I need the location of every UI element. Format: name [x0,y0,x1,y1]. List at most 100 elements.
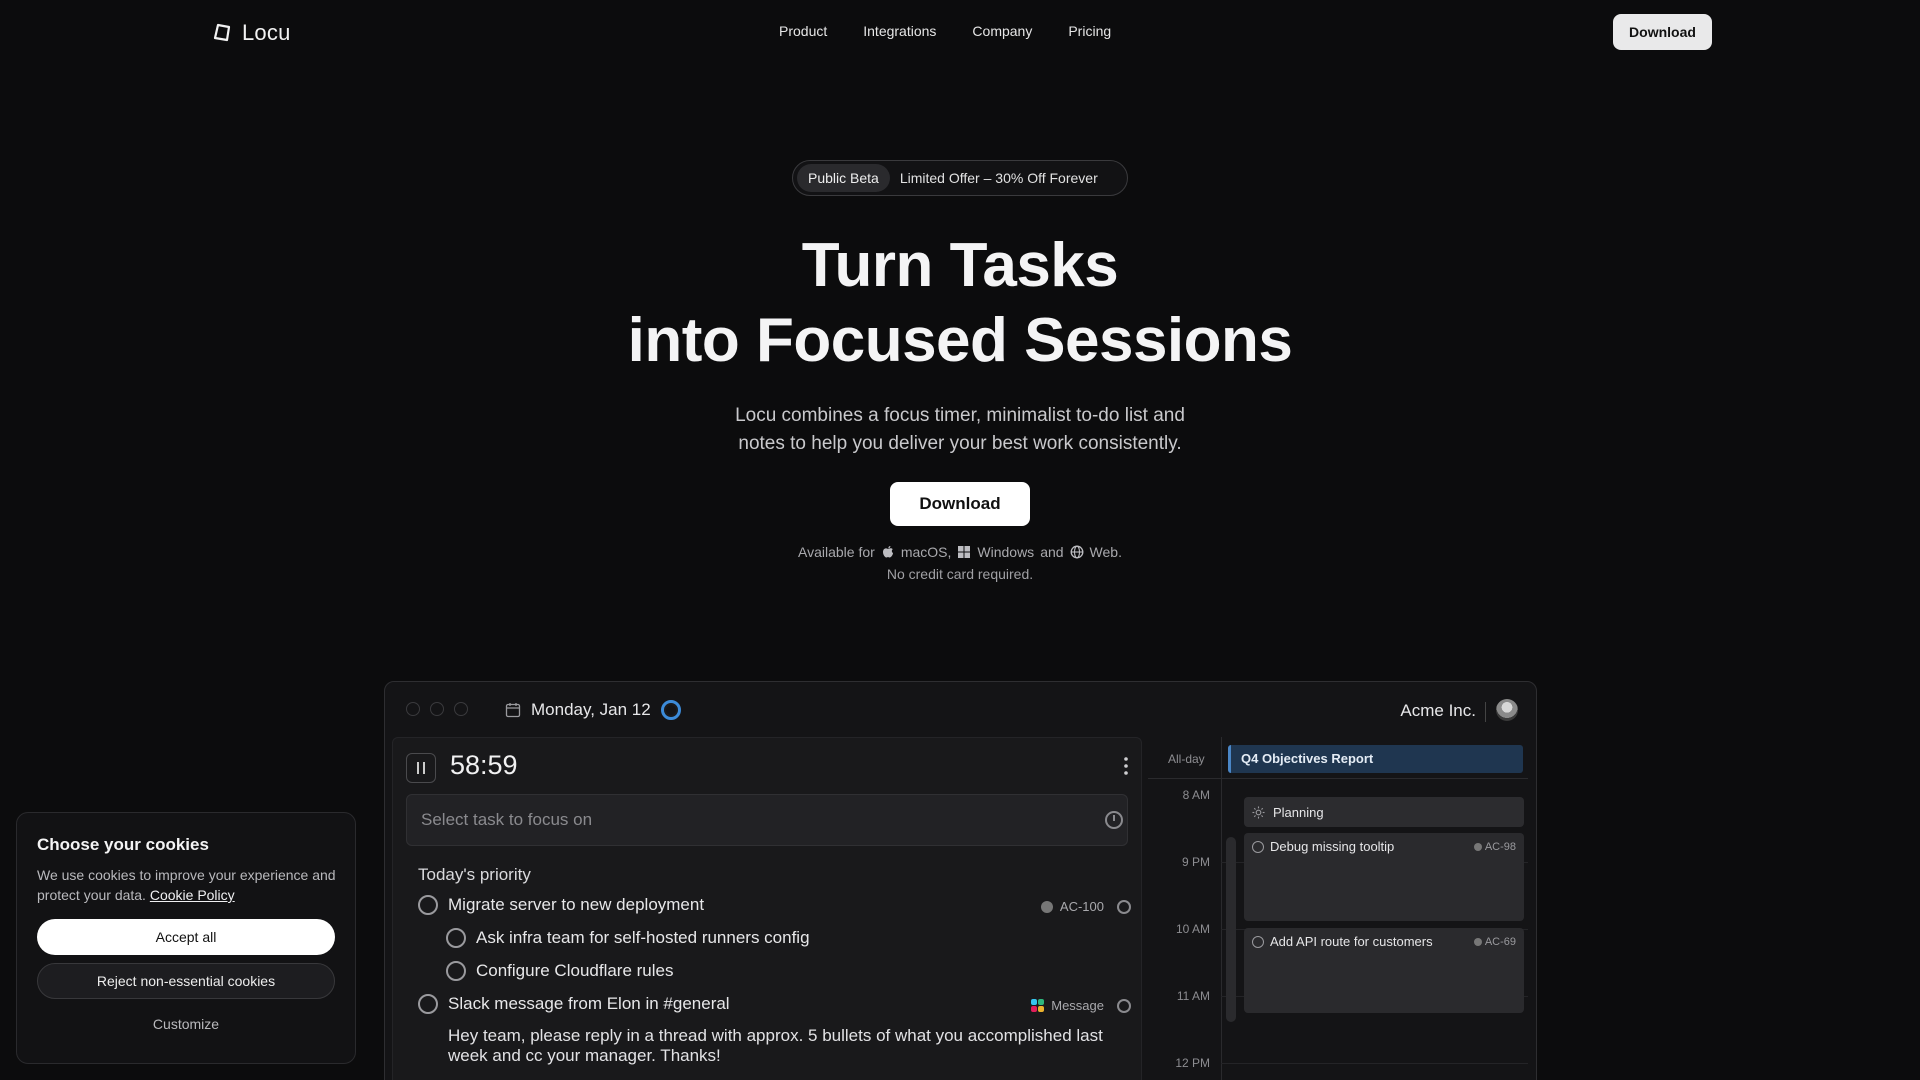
locu-logo-icon [213,23,231,42]
header-divider [1485,702,1486,722]
calendar-icon [505,703,521,718]
date-header: Monday, Jan 12 [505,700,681,720]
event-title: Add API route for customers [1270,934,1433,949]
beta-tag: Public Beta [797,164,890,192]
available-prefix: Available for [798,544,875,560]
task-label: Migrate server to new deployment [448,895,705,914]
maximize-window-icon [454,702,468,716]
pause-icon-bar [423,762,425,774]
apple-icon [881,545,895,559]
calendar-event[interactable]: Planning [1244,797,1524,827]
linear-icon [1473,937,1482,946]
accept-all-button[interactable]: Accept all [37,919,335,955]
menu-item-integrations[interactable]: Integrations [863,23,936,39]
top-nav: Locu Product Integrations Company Pricin… [0,0,1920,64]
event-tag-text: AC-98 [1484,840,1516,853]
window-controls [406,702,468,716]
logo-text: Locu [242,20,291,45]
hour-label: 11 AM [1176,989,1210,1003]
hour-label: 8 AM [1182,788,1210,802]
beta-banner[interactable]: Public Beta Limited Offer – 30% Off Fore… [792,160,1128,196]
hour-label: 10 AM [1175,922,1210,936]
event-tag: AC-98 [1473,840,1516,853]
linear-icon [1473,842,1482,851]
platform-macos: macOS, [900,544,952,560]
cookie-title: Choose your cookies [37,835,209,854]
customize-button[interactable]: Customize [37,1009,335,1039]
linear-icon [1040,900,1053,913]
message-body: Hey team, please reply in a thread with … [448,1026,1103,1065]
availability-line: Available for macOS, Windows and Web. [0,544,1920,560]
task-checkbox[interactable] [446,928,466,948]
calendar-event[interactable]: Debug missing tooltip AC-98 [1244,833,1524,921]
task-tag: Message [1051,998,1104,1013]
menu-item-product[interactable]: Product [779,23,827,39]
close-window-icon [406,702,420,716]
event-row: Add API route for customers AC-69 [1252,934,1516,949]
more-options-icon[interactable] [1123,756,1129,776]
allday-event[interactable]: Q4 Objectives Report [1228,745,1523,773]
calendar-scrollbar[interactable] [1226,837,1236,1022]
stopwatch-icon[interactable] [1117,899,1131,914]
cookie-body: We use cookies to improve your experienc… [37,865,337,905]
hero-title-line2: into Focused Sessions [627,306,1293,375]
progress-ring-icon [660,700,681,720]
menu-item-pricing[interactable]: Pricing [1068,23,1111,39]
task-item[interactable]: Migrate server to new deployment [418,895,704,915]
subtask-item[interactable]: Ask infra team for self-hosted runners c… [446,928,810,948]
sun-icon [1252,805,1265,819]
stopwatch-icon[interactable] [1105,811,1123,829]
event-title: Planning [1273,804,1324,820]
time-column-divider [1221,737,1222,1080]
task-checkbox[interactable] [418,994,438,1014]
reject-cookies-button[interactable]: Reject non-essential cookies [37,963,335,999]
hero-title: Turn Tasks into Focused Sessions [0,228,1920,378]
task-label: Ask infra team for self-hosted runners c… [476,928,810,947]
beta-offer-text: Limited Offer – 30% Off Forever [899,170,1098,186]
windows-icon [957,545,971,559]
task-tag: AC-100 [1059,899,1104,914]
task-item[interactable]: Slack message from Elon in #general [418,994,730,1014]
stopwatch-icon[interactable] [1117,998,1131,1013]
check-circle-icon [1252,935,1264,948]
hero-subtitle-line1: Locu combines a focus timer, minimalist … [735,405,1185,426]
subtask-item[interactable]: Configure Cloudflare rules [446,961,674,981]
hour-label: 12 PM [1175,1056,1210,1070]
task-checkbox[interactable] [418,895,438,915]
globe-icon [1070,545,1084,559]
task-meta: Message [1031,998,1131,1013]
pause-button[interactable] [406,753,436,783]
calendar-pane: All-day Q4 Objectives Report 8 AM 9 PM 1… [1148,737,1528,1080]
platform-windows: Windows [977,544,1035,560]
focus-timer: 58:59 [450,750,518,780]
focus-pane: 58:59 Today's priority Migrate server to… [392,737,1142,1080]
check-circle-icon [1252,840,1264,853]
task-checkbox[interactable] [446,961,466,981]
section-title: Today's priority [418,865,531,884]
main-menu: Product Integrations Company Pricing [779,23,1111,39]
event-tag-text: AC-69 [1484,935,1516,948]
nav-download-button[interactable]: Download [1613,14,1712,50]
current-date: Monday, Jan 12 [531,700,651,719]
avatar[interactable] [1496,699,1518,721]
focus-task-input[interactable] [406,794,1128,846]
pause-icon-bar [417,762,419,774]
cookie-policy-link[interactable]: Cookie Policy [150,887,235,903]
hero-download-button[interactable]: Download [890,482,1030,526]
organization-name[interactable]: Acme Inc. [1400,701,1476,721]
event-row: Debug missing tooltip AC-98 [1252,839,1516,854]
calendar-event[interactable]: Add API route for customers AC-69 [1244,928,1524,1013]
task-label: Slack message from Elon in #general [448,994,730,1013]
hero-subtitle: Locu combines a focus timer, minimalist … [0,402,1920,458]
hour-label: 9 PM [1181,855,1210,869]
event-tag: AC-69 [1473,935,1516,948]
and-text: and [1040,544,1064,560]
logo[interactable]: Locu [212,20,291,46]
allday-label: All-day [1168,752,1205,766]
hero-subtitle-line2: notes to help you deliver your best work… [738,433,1182,454]
event-title: Debug missing tooltip [1270,839,1395,854]
menu-item-company[interactable]: Company [972,23,1032,39]
task-meta: AC-100 [1040,899,1131,914]
hour-gridline [1221,1063,1528,1064]
minimize-window-icon [430,702,444,716]
